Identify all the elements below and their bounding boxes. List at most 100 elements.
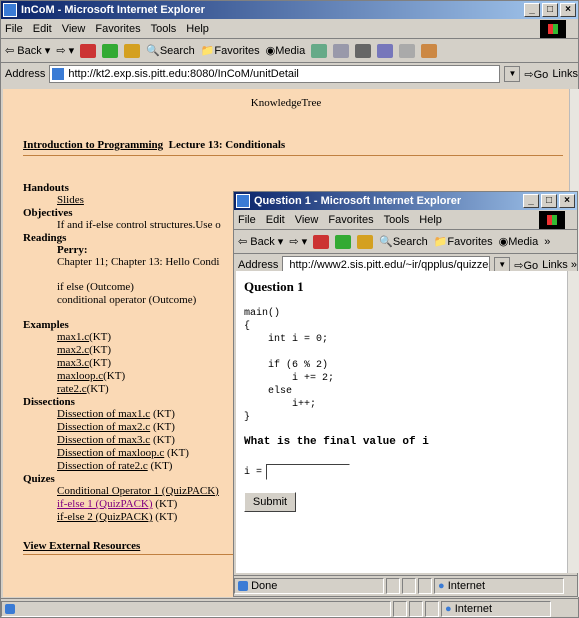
discuss-icon[interactable]	[399, 43, 416, 58]
example-link[interactable]: rate2.c	[57, 383, 87, 395]
ie-icon	[3, 3, 17, 17]
lecture-title: Lecture 13: Conditionals	[168, 139, 286, 151]
dissection-link[interactable]: Dissection of rate2.c	[57, 460, 148, 472]
example-link[interactable]: max2.c	[57, 344, 89, 356]
example-link[interactable]: maxloop.c	[57, 370, 103, 382]
example-link[interactable]: max3.c	[57, 357, 89, 369]
back-button[interactable]: ⇦ Back ▾	[5, 44, 50, 57]
history-icon[interactable]	[311, 43, 328, 58]
popup-menu-bar: File Edit View Favorites Tools Help	[234, 210, 577, 230]
main-window-title: InCoM - Microsoft Internet Explorer	[21, 4, 205, 16]
messenger-icon[interactable]	[421, 43, 438, 58]
code-block: main() { int i = 0; if (6 % 2) i += 2; e…	[244, 308, 335, 423]
address-label: Address	[238, 259, 279, 271]
page-status-icon	[238, 580, 248, 591]
search-button[interactable]: 🔍Search	[379, 235, 428, 248]
address-input[interactable]: http://kt2.exp.sis.pitt.edu:8080/InCoM/u…	[49, 65, 501, 83]
menu-file[interactable]: File	[5, 23, 23, 35]
menu-help[interactable]: Help	[419, 214, 442, 226]
status-text	[1, 600, 391, 617]
address-dropdown-button[interactable]: ▼	[504, 66, 521, 82]
links-button[interactable]: Links »	[542, 259, 577, 271]
popup-maximize-button[interactable]: □	[541, 194, 557, 208]
popup-status-bar: Done ● Internet	[234, 575, 577, 595]
maximize-button[interactable]: □	[542, 3, 558, 17]
dissection-link[interactable]: Dissection of max3.c	[57, 434, 150, 446]
favorites-button[interactable]: 📁Favorites	[434, 235, 493, 248]
question-popup-window: Question 1 - Microsoft Internet Explorer…	[233, 191, 578, 597]
edit-icon[interactable]	[377, 43, 394, 58]
media-button[interactable]: ◉Media	[266, 44, 306, 57]
go-button[interactable]: ⇨Go	[514, 259, 538, 272]
home-icon[interactable]	[124, 43, 141, 58]
menu-file[interactable]: File	[238, 214, 256, 226]
dissection-link[interactable]: Dissection of max1.c	[57, 408, 150, 420]
dissection-link[interactable]: Dissection of maxloop.c	[57, 447, 164, 459]
search-button[interactable]: 🔍Search	[146, 44, 195, 57]
popup-close-button[interactable]: ×	[559, 194, 575, 208]
menu-favorites[interactable]: Favorites	[95, 23, 140, 35]
status-zone: ● Internet	[434, 577, 564, 594]
print-icon[interactable]	[355, 43, 372, 58]
answer-input[interactable]	[266, 464, 351, 480]
minimize-button[interactable]: _	[524, 3, 540, 17]
main-title-bar[interactable]: InCoM - Microsoft Internet Explorer _ □ …	[1, 1, 578, 19]
quiz-link[interactable]: if-else 2 (QuizPACK)	[57, 511, 153, 523]
course-link[interactable]: Introduction to Programming	[23, 139, 163, 151]
ie-icon	[236, 194, 250, 208]
answer-label: i =	[244, 466, 263, 478]
mail-icon[interactable]	[333, 43, 350, 58]
quiz-link-visited[interactable]: if-else 1 (QuizPACK)	[57, 498, 153, 510]
popup-minimize-button[interactable]: _	[523, 194, 539, 208]
quiz-link[interactable]: Conditional Operator 1 (QuizPACK)	[57, 485, 219, 497]
menu-view[interactable]: View	[62, 23, 86, 35]
home-icon[interactable]	[357, 234, 374, 249]
menu-help[interactable]: Help	[186, 23, 209, 35]
site-title: KnowledgeTree	[250, 97, 322, 109]
page-status-icon	[5, 603, 15, 614]
menu-edit[interactable]: Edit	[266, 214, 285, 226]
main-menu-bar: File Edit View Favorites Tools Help	[1, 19, 578, 39]
breadcrumb: Introduction to Programming Lecture 13: …	[23, 139, 563, 156]
back-button[interactable]: ⇦ Back ▾	[238, 235, 283, 248]
media-button[interactable]: ◉Media	[499, 235, 539, 248]
status-text: Done	[234, 577, 384, 594]
menu-favorites[interactable]: Favorites	[328, 214, 373, 226]
question-text: What is the final value of i	[244, 436, 429, 448]
submit-button[interactable]: Submit	[244, 492, 296, 512]
menu-tools[interactable]: Tools	[151, 23, 177, 35]
popup-vertical-scrollbar[interactable]	[567, 271, 578, 573]
menu-view[interactable]: View	[295, 214, 319, 226]
globe-icon: ●	[438, 579, 445, 592]
menu-edit[interactable]: Edit	[33, 23, 52, 35]
forward-button[interactable]: ⇨ ▾	[56, 44, 74, 57]
dissection-link[interactable]: Dissection of max2.c	[57, 421, 150, 433]
main-status-bar: ● Internet	[1, 598, 578, 618]
forward-button[interactable]: ⇨ ▾	[289, 235, 307, 248]
status-zone: ● Internet	[441, 600, 551, 617]
question-heading: Question 1	[244, 279, 304, 294]
favorites-button[interactable]: 📁Favorites	[201, 44, 260, 57]
refresh-icon[interactable]	[335, 234, 352, 249]
popup-window-title: Question 1 - Microsoft Internet Explorer	[254, 195, 462, 207]
links-button[interactable]: Links	[552, 68, 578, 80]
go-button[interactable]: ⇨Go	[524, 68, 548, 81]
globe-icon: ●	[445, 602, 452, 615]
popup-title-bar[interactable]: Question 1 - Microsoft Internet Explorer…	[234, 192, 577, 210]
main-address-bar: Address http://kt2.exp.sis.pitt.edu:8080…	[1, 63, 578, 85]
page-icon	[52, 68, 65, 80]
stop-icon[interactable]	[80, 43, 97, 58]
toolbar-overflow-icon[interactable]: »	[544, 236, 550, 248]
menu-tools[interactable]: Tools	[384, 214, 410, 226]
popup-page-content: Question 1 main() { int i = 0; if (6 % 2…	[236, 271, 567, 573]
handout-slides-link[interactable]: Slides	[57, 194, 84, 206]
popup-toolbar: ⇦ Back ▾ ⇨ ▾ 🔍Search 📁Favorites ◉Media »	[234, 230, 577, 254]
windows-logo-icon	[539, 211, 565, 229]
refresh-icon[interactable]	[102, 43, 119, 58]
windows-logo-icon	[540, 20, 566, 38]
close-button[interactable]: ×	[560, 3, 576, 17]
address-label: Address	[5, 68, 46, 80]
example-link[interactable]: max1.c	[57, 331, 89, 343]
stop-icon[interactable]	[313, 234, 330, 249]
answer-row: i =	[244, 464, 559, 480]
